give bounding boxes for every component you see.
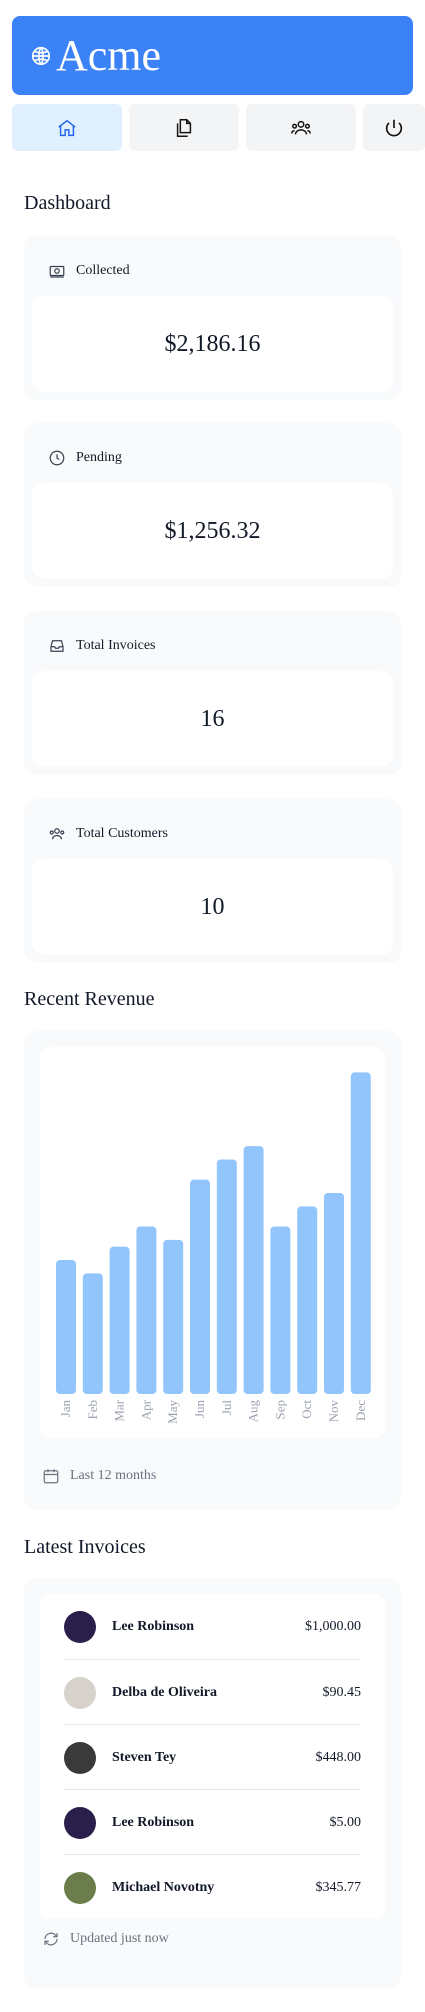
- stat-card-total-customers: Total Customers 10: [24, 799, 401, 963]
- invoice-amount: $448.00: [315, 1749, 362, 1765]
- avatar: [64, 1871, 96, 1904]
- nav-home-button[interactable]: [12, 104, 122, 151]
- revenue-bar-dec: [350, 1072, 371, 1394]
- top-nav: [12, 104, 425, 151]
- x-tick-label: Sep: [272, 1400, 287, 1420]
- revenue-bar-aug: [243, 1146, 264, 1394]
- x-tick-label: May: [165, 1400, 180, 1424]
- x-tick-label: Jan: [58, 1400, 73, 1418]
- x-tick-label: Dec: [353, 1400, 368, 1421]
- x-tick-label: Oct: [299, 1400, 314, 1419]
- stat-card-total-invoices: Total Invoices 16: [24, 611, 401, 775]
- revenue-bar-jan: [56, 1260, 76, 1394]
- revenue-bar-jul: [216, 1159, 237, 1394]
- customer-name: Michael Novotny: [112, 1879, 215, 1895]
- nav-customers-button[interactable]: [246, 104, 356, 151]
- revenue-bar-apr: [136, 1226, 157, 1394]
- invoice-amount: $1,000.00: [305, 1618, 361, 1634]
- revenue-bar-may: [163, 1239, 184, 1394]
- stat-label: Pending: [76, 450, 122, 465]
- stat-card-pending: Pending $1,256.32: [24, 423, 401, 587]
- x-tick-label: Mar: [112, 1399, 127, 1421]
- nav-invoices-button[interactable]: [129, 104, 239, 151]
- invoices-footer-label: Updated just now: [70, 1931, 169, 1946]
- x-tick-label: Aug: [246, 1400, 261, 1423]
- recent-revenue-title: Recent Revenue: [24, 988, 155, 1010]
- invoice-list: Lee Robinson $1,000.00 Delba de Oliveira…: [40, 1594, 385, 1919]
- stat-label: Collected: [76, 263, 130, 278]
- revenue-bar-oct: [297, 1206, 318, 1394]
- clock-icon: [49, 450, 65, 466]
- revenue-bar-nov: [324, 1193, 344, 1394]
- avatar: [64, 1676, 96, 1709]
- users-icon: [49, 828, 65, 840]
- users-icon: [291, 120, 311, 135]
- chart-footer-label: Last 12 months: [70, 1468, 157, 1483]
- invoice-row[interactable]: Lee Robinson $1,000.00: [64, 1594, 361, 1659]
- x-tick-label: Feb: [85, 1400, 100, 1420]
- refresh-icon[interactable]: [42, 1930, 60, 1948]
- revenue-bar-mar: [109, 1246, 130, 1394]
- invoice-amount: $90.45: [322, 1684, 362, 1700]
- customer-name: Lee Robinson: [112, 1618, 195, 1634]
- inbox-icon: [50, 640, 64, 652]
- revenue-bar-feb: [82, 1273, 103, 1394]
- revenue-chart-card: Jan Feb Mar Apr May Jun Jul Aug Sep Oct Nov Dec Las…: [24, 1031, 401, 1510]
- calendar-icon: [43, 1469, 59, 1484]
- x-tick-label: Nov: [326, 1400, 341, 1423]
- x-tick-label: Jul: [219, 1400, 234, 1416]
- latest-invoices-card: Lee Robinson $1,000.00 Delba de Oliveira…: [24, 1578, 401, 1988]
- avatar: [64, 1741, 96, 1774]
- documents-icon: [176, 118, 192, 137]
- revenue-bar-jun: [190, 1179, 210, 1394]
- revenue-chart-panel: Jan Feb Mar Apr May Jun Jul Aug Sep Oct Nov Dec: [40, 1047, 385, 1438]
- revenue-bar-sep: [270, 1226, 291, 1394]
- customer-name: Delba de Oliveira: [112, 1684, 217, 1700]
- app-logo-text: Acme: [56, 30, 162, 80]
- avatar: [64, 1806, 96, 1839]
- x-tick-label: Apr: [138, 1399, 153, 1420]
- avatar: [64, 1610, 96, 1643]
- stat-value: 10: [32, 859, 393, 955]
- nav-sign-out-button[interactable]: [363, 104, 425, 151]
- stat-value: $2,186.16: [32, 296, 393, 392]
- stat-card-collected: Collected $2,186.16: [24, 236, 401, 400]
- power-icon: [385, 119, 403, 136]
- banknotes-icon: [49, 265, 65, 278]
- revenue-chart: Jan Feb Mar Apr May Jun Jul Aug Sep Oct Nov Dec: [56, 1072, 371, 1424]
- latest-invoices-title: Latest Invoices: [24, 1536, 146, 1558]
- invoice-amount: $5.00: [329, 1814, 362, 1830]
- customer-name: Lee Robinson: [112, 1814, 195, 1830]
- stat-value: $1,256.32: [32, 483, 393, 579]
- invoice-row[interactable]: Lee Robinson $5.00: [64, 1789, 361, 1855]
- globe-icon: [31, 46, 51, 65]
- invoice-row[interactable]: Michael Novotny $345.77: [64, 1854, 361, 1920]
- dashboard-title: Dashboard: [24, 192, 111, 214]
- customer-name: Steven Tey: [112, 1749, 177, 1765]
- home-icon: [58, 119, 76, 136]
- stat-label: Total Customers: [76, 826, 168, 841]
- invoice-row[interactable]: Delba de Oliveira $90.45: [64, 1659, 361, 1725]
- invoice-amount: $345.77: [315, 1879, 362, 1895]
- stat-value: 16: [32, 671, 393, 767]
- invoice-row[interactable]: Steven Tey $448.00: [64, 1724, 361, 1790]
- app-header: Acme: [12, 16, 413, 95]
- stat-label: Total Invoices: [76, 638, 156, 653]
- x-tick-label: Jun: [192, 1400, 207, 1419]
